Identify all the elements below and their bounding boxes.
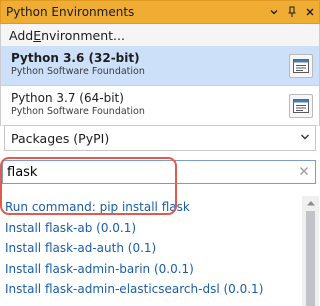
install-package-link[interactable]: Install flask-ad-auth (0.1) [0, 238, 300, 259]
close-icon[interactable] [301, 1, 319, 23]
scrollbar-thumb[interactable] [306, 211, 315, 306]
packages-select-value: Packages (PyPI) [11, 130, 110, 146]
environment-item[interactable]: Python 3.6 (32-bit) Python Software Foun… [0, 46, 320, 86]
chevron-down-icon [295, 133, 315, 144]
annotation-highlight [0, 157, 177, 215]
scroll-up-icon[interactable] [302, 196, 319, 210]
install-package-link[interactable]: Install flask-admin-elasticsearch-dsl (0… [0, 279, 300, 300]
environment-item[interactable]: Python 3.7 (64-bit) Python Software Foun… [0, 86, 320, 126]
install-package-link[interactable]: Install flask-admin-barin (0.0.1) [0, 259, 300, 280]
add-environment-button[interactable]: Add Environment... [0, 24, 320, 46]
clear-icon[interactable] [293, 164, 315, 180]
add-environment-prefix: Add [9, 27, 34, 43]
add-environment-suffix: nvironment... [41, 27, 125, 43]
install-package-link[interactable]: Install flask-ab (0.0.1) [0, 218, 300, 239]
environment-name: Python 3.7 (64-bit) [11, 91, 124, 105]
packages-view-select[interactable]: Packages (PyPI) [4, 125, 316, 151]
window-title: Python Environments [6, 5, 135, 19]
chevron-down-icon[interactable] [265, 1, 283, 23]
results-scrollbar[interactable] [302, 196, 319, 306]
environment-publisher: Python Software Foundation [11, 106, 145, 117]
add-environment-accelerator: E [33, 27, 42, 43]
environment-list: Python 3.6 (32-bit) Python Software Foun… [0, 46, 320, 126]
environment-publisher: Python Software Foundation [11, 66, 145, 77]
window-titlebar: Python Environments [0, 0, 320, 24]
environment-overview-icon[interactable] [289, 94, 313, 118]
environment-overview-icon[interactable] [289, 54, 313, 78]
environment-name: Python 3.6 (32-bit) [11, 51, 140, 65]
pin-icon[interactable] [283, 1, 301, 23]
